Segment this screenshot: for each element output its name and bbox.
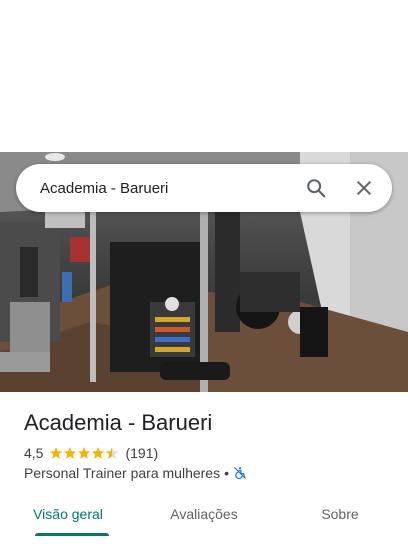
place-page: Academia - Barueri Academia - Barueri 4,… [0, 0, 408, 544]
place-title: Academia - Barueri [24, 410, 213, 435]
half-star-icon [106, 447, 119, 459]
star-icon [50, 447, 63, 459]
not-wheelchair-accessible-icon [234, 467, 246, 480]
search-query[interactable]: Academia - Barueri [40, 180, 296, 197]
search-box[interactable]: Academia - Barueri [16, 164, 392, 212]
close-icon [357, 181, 371, 195]
review-count[interactable]: (191) [125, 445, 158, 461]
separator-dot: • [224, 465, 230, 481]
active-tab-indicator [35, 533, 109, 536]
tab-overview[interactable]: Visão geral [0, 492, 136, 544]
category-row: Personal Trainer para mulheres • [24, 465, 247, 481]
rating-row[interactable]: 4,5 (191) [24, 445, 158, 461]
star-icon [78, 447, 91, 459]
star-icon [92, 447, 105, 459]
search-icon [307, 179, 326, 198]
rating-value: 4,5 [24, 445, 44, 461]
rating-stars [49, 446, 119, 460]
clear-search-button[interactable] [344, 168, 384, 208]
tab-reviews[interactable]: Avaliações [136, 492, 272, 544]
place-category: Personal Trainer para mulheres [24, 465, 221, 481]
place-tabs: Visão geral Avaliações Sobre [0, 492, 408, 544]
search-button[interactable] [296, 168, 336, 208]
star-icon [64, 447, 77, 459]
tab-about[interactable]: Sobre [272, 492, 408, 544]
